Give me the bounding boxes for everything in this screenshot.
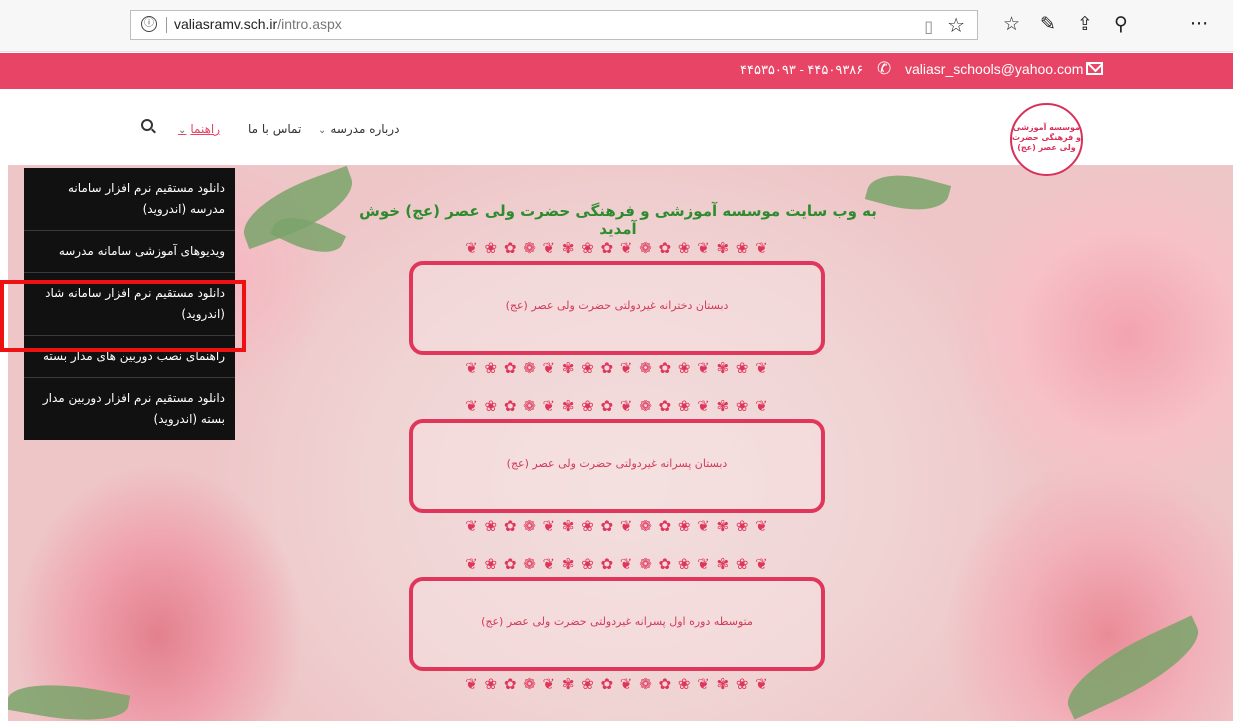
ornament-border: ❦ ❀ ✿ ❁ ❦ ✾ ❀ ✿ ❦ ❁ ✿ ❀ ❦ ✾ ❀ ❦ — [465, 239, 769, 257]
nav-about-label: درباره مدرسه — [330, 122, 400, 136]
school-card-label: متوسطه دوره اول پسرانه غیردولتی حضرت ولی… — [481, 615, 753, 628]
ornament-border: ❦ ❀ ✿ ❁ ❦ ✾ ❀ ✿ ❦ ❁ ✿ ❀ ❦ ✾ ❀ ❦ — [465, 397, 769, 415]
search-icon[interactable] — [141, 119, 153, 131]
nav-guide[interactable]: راهنما⌄ — [178, 122, 220, 136]
school-card-box: دبستان دخترانه غیردولتی حضرت ولی عصر (عج… — [409, 261, 825, 355]
chevron-down-icon: ⌄ — [178, 125, 187, 136]
contact-email[interactable]: valiasr_schools@yahoo.com — [905, 61, 1083, 77]
nav-guide-label: راهنما — [190, 122, 221, 136]
school-card-girls[interactable]: ❦ ❀ ✿ ❁ ❦ ✾ ❀ ✿ ❦ ❁ ✿ ❀ ❦ ✾ ❀ ❦ دبستان د… — [397, 237, 837, 377]
school-card-boys[interactable]: ❦ ❀ ✿ ❁ ❦ ✾ ❀ ✿ ❦ ❁ ✿ ❀ ❦ ✾ ❀ ❦ دبستان پ… — [397, 395, 837, 535]
highlight-box — [0, 280, 246, 352]
contact-bar: ۴۴۵۳۵۰۹۳ - ۴۴۵۰۹۳۸۶ ✆ valiasr_schools@ya… — [0, 53, 1233, 89]
favorites-list-icon[interactable]: ☆ — [1003, 14, 1020, 34]
address-separator — [166, 17, 167, 33]
pen-icon[interactable]: ✎ — [1040, 14, 1056, 34]
url-path: /intro.aspx — [277, 16, 342, 32]
school-card-box: متوسطه دوره اول پسرانه غیردولتی حضرت ولی… — [409, 577, 825, 671]
menu-item-school-app-download[interactable]: دانلود مستقیم نرم افزار سامانه مدرسه (ان… — [24, 168, 235, 231]
welcome-heading: به وب سایت موسسه آموزشی و فرهنگی حضرت ول… — [359, 202, 877, 238]
url-domain: valiasramv.sch.ir — [174, 16, 278, 32]
browser-toolbar: ⓘ valiasramv.sch.ir/intro.aspx ▯ ☆ ☆ ✎ ⇪… — [0, 0, 1233, 52]
site-logo[interactable]: موسسه آموزشی و فرهنگی حضرت ولی عصر (عج) — [1010, 103, 1083, 176]
school-card-label: دبستان دخترانه غیردولتی حضرت ولی عصر (عج… — [505, 299, 729, 312]
reading-view-icon[interactable]: ▯ — [924, 17, 933, 36]
ornament-border: ❦ ❀ ✿ ❁ ❦ ✾ ❀ ✿ ❦ ❁ ✿ ❀ ❦ ✾ ❀ ❦ — [465, 517, 769, 535]
extensions-icon[interactable]: ⚲ — [1114, 14, 1128, 34]
ornament-border: ❦ ❀ ✿ ❁ ❦ ✾ ❀ ✿ ❦ ❁ ✿ ❀ ❦ ✾ ❀ ❦ — [465, 675, 769, 693]
school-card-box: دبستان پسرانه غیردولتی حضرت ولی عصر (عج) — [409, 419, 825, 513]
nav-contact[interactable]: تماس با ما — [248, 122, 301, 136]
address-bar[interactable]: ⓘ valiasramv.sch.ir/intro.aspx ▯ ☆ — [130, 10, 978, 40]
more-icon[interactable]: ··· — [1190, 14, 1208, 34]
ornament-border: ❦ ❀ ✿ ❁ ❦ ✾ ❀ ✿ ❦ ❁ ✿ ❀ ❦ ✾ ❀ ❦ — [465, 555, 769, 573]
share-icon[interactable]: ⇪ — [1077, 14, 1093, 34]
phone-numbers: ۴۴۵۳۵۰۹۳ - ۴۴۵۰۹۳۸۶ — [740, 62, 864, 77]
menu-item-school-app-videos[interactable]: ویدیوهای آموزشی سامانه مدرسه — [24, 231, 235, 273]
school-card-middle[interactable]: ❦ ❀ ✿ ❁ ❦ ✾ ❀ ✿ ❦ ❁ ✿ ❀ ❦ ✾ ❀ ❦ متوسطه د… — [397, 553, 837, 693]
url-text[interactable]: valiasramv.sch.ir/intro.aspx — [174, 16, 342, 32]
site-info-icon[interactable]: ⓘ — [141, 16, 157, 32]
menu-item-cctv-app-download[interactable]: دانلود مستقیم نرم افزار دوربین مدار بسته… — [24, 378, 235, 440]
main-nav: راهنما⌄ تماس با ما درباره مدرسه⌄ موسسه آ… — [0, 90, 1233, 176]
phone-icon: ✆ — [877, 59, 892, 78]
chevron-down-icon: ⌄ — [318, 125, 327, 136]
favorite-star-icon[interactable]: ☆ — [947, 13, 965, 37]
leaf-decoration — [1055, 615, 1211, 720]
nav-about[interactable]: درباره مدرسه⌄ — [318, 122, 399, 136]
ornament-border: ❦ ❀ ✿ ❁ ❦ ✾ ❀ ✿ ❦ ❁ ✿ ❀ ❦ ✾ ❀ ❦ — [465, 359, 769, 377]
leaf-decoration — [8, 674, 131, 721]
mail-icon — [1086, 62, 1103, 75]
school-card-label: دبستان پسرانه غیردولتی حضرت ولی عصر (عج) — [506, 457, 728, 470]
